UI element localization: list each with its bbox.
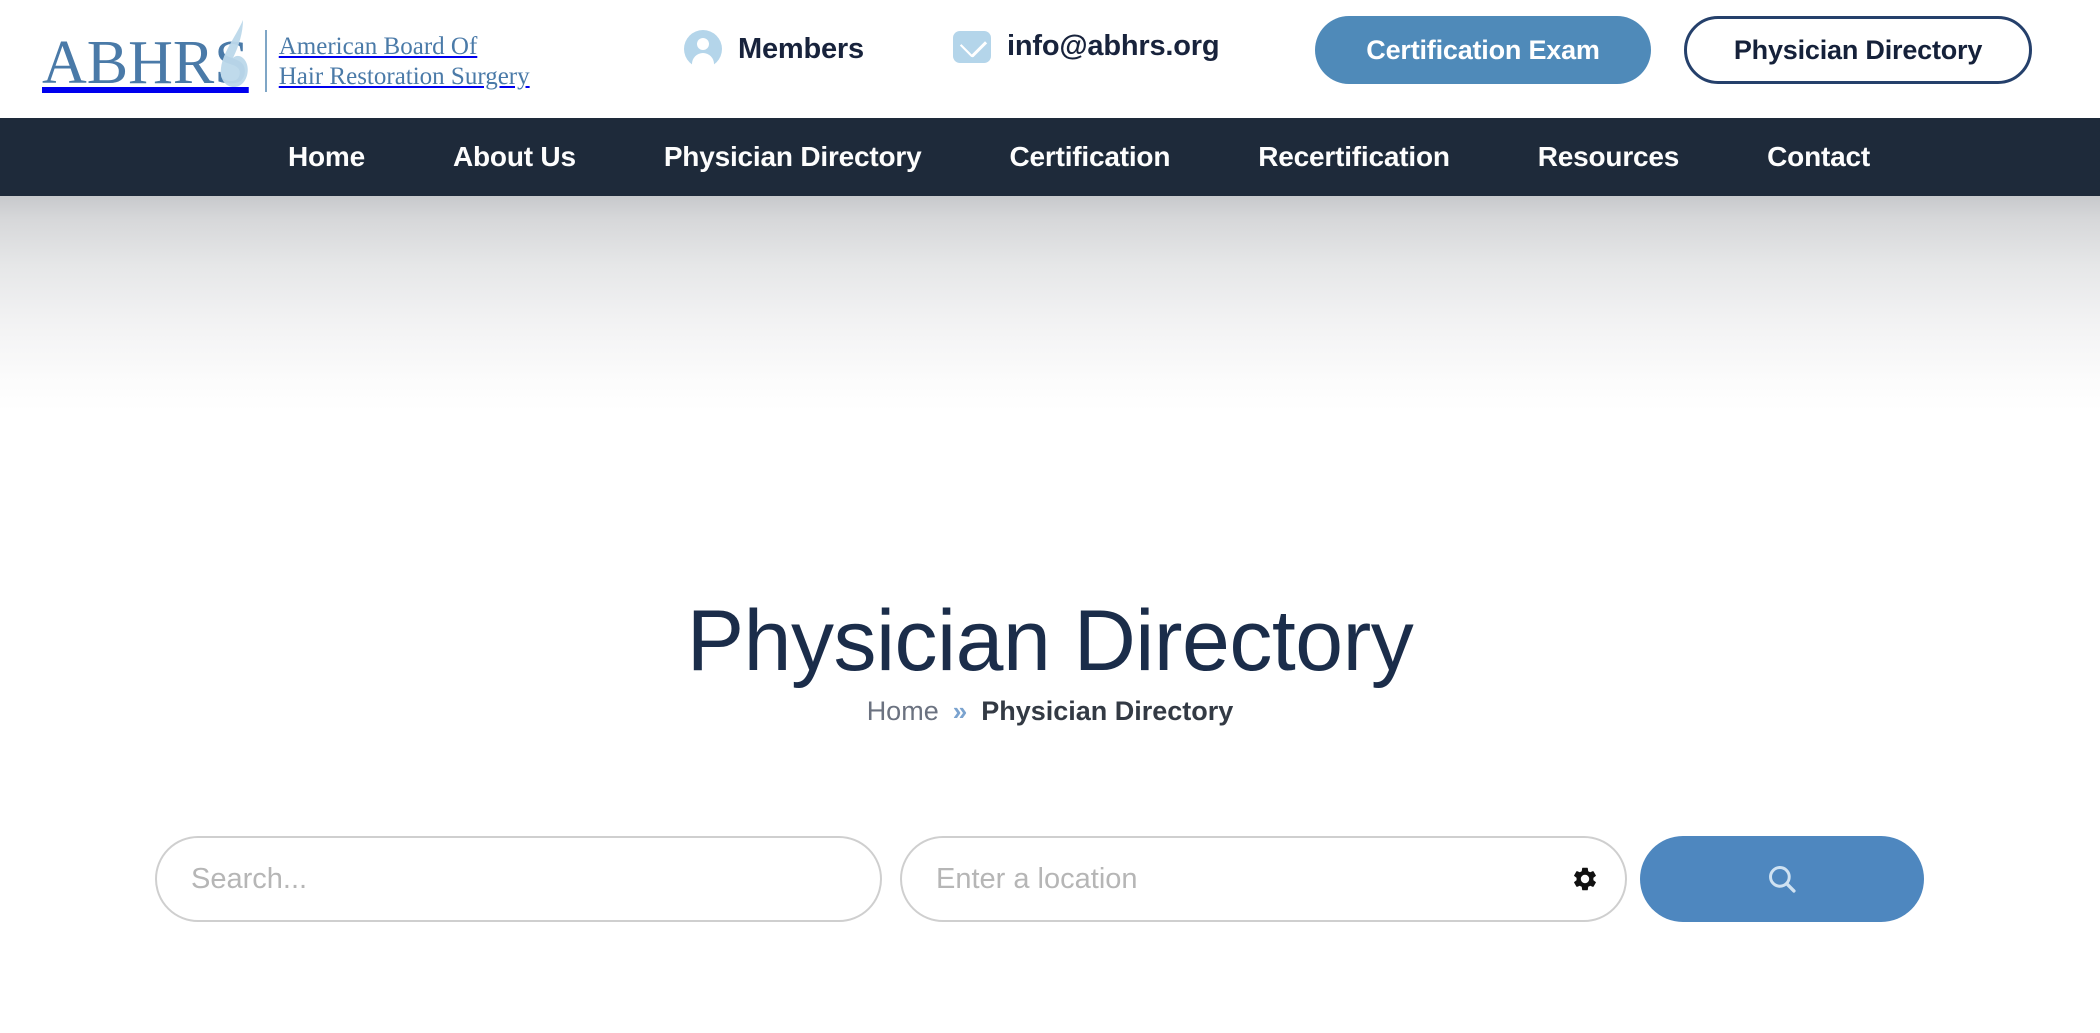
breadcrumb-current: Physician Directory bbox=[981, 696, 1234, 726]
physician-directory-button-label: Physician Directory bbox=[1733, 34, 1983, 65]
hero-section: Physician Directory Home » Physician Dir… bbox=[0, 196, 2100, 1033]
nav-item-contact[interactable]: Contact bbox=[1767, 141, 1870, 173]
search-input[interactable] bbox=[191, 862, 846, 896]
members-link[interactable]: Members bbox=[684, 30, 864, 68]
breadcrumb: Home » Physician Directory bbox=[0, 696, 2100, 727]
email-link[interactable]: info@abhrs.org bbox=[953, 30, 1220, 63]
certification-exam-button-label: Certification Exam bbox=[1366, 34, 1600, 65]
email-link-label: info@abhrs.org bbox=[1007, 30, 1220, 62]
nav-item-physician-directory[interactable]: Physician Directory bbox=[664, 141, 922, 173]
page-title: Physician Directory bbox=[686, 593, 1414, 689]
main-navigation: Home About Us Physician Directory Certif… bbox=[0, 118, 2100, 196]
envelope-icon bbox=[953, 30, 991, 63]
nav-item-recertification[interactable]: Recertification bbox=[1258, 141, 1450, 173]
nav-item-resources[interactable]: Resources bbox=[1538, 141, 1680, 173]
page-root: ABHRS American Board Of Hair Restoration… bbox=[0, 0, 2100, 1033]
keyword-search-field[interactable] bbox=[155, 836, 882, 922]
site-logo[interactable]: ABHRS American Board Of Hair Restoration… bbox=[42, 16, 530, 94]
logo-tagline-line2: Hair Restoration Surgery bbox=[278, 63, 530, 90]
logo-wordmark: ABHRS bbox=[42, 20, 249, 97]
breadcrumb-separator: » bbox=[952, 696, 968, 726]
members-link-label: Members bbox=[738, 32, 864, 65]
site-header: ABHRS American Board Of Hair Restoration… bbox=[0, 0, 2100, 118]
user-circle-icon bbox=[684, 30, 722, 68]
nav-item-home[interactable]: Home bbox=[288, 141, 365, 173]
search-icon bbox=[1769, 866, 1796, 893]
breadcrumb-home-link[interactable]: Home bbox=[867, 696, 939, 727]
logo-tagline: American Board Of Hair Restoration Surge… bbox=[279, 32, 530, 94]
gear-icon[interactable] bbox=[1571, 865, 1599, 893]
location-input[interactable] bbox=[936, 862, 1561, 896]
logo-tagline-line1: American Board Of bbox=[278, 33, 478, 60]
nav-item-certification[interactable]: Certification bbox=[1009, 141, 1170, 173]
directory-search-form bbox=[0, 836, 2100, 926]
certification-exam-button[interactable]: Certification Exam bbox=[1315, 16, 1651, 84]
physician-directory-button[interactable]: Physician Directory bbox=[1684, 16, 2032, 84]
logo-wordmark-text: ABHRS bbox=[42, 29, 249, 97]
logo-divider bbox=[264, 30, 267, 92]
nav-item-about-us[interactable]: About Us bbox=[453, 141, 576, 173]
search-submit-button[interactable] bbox=[1640, 836, 1924, 922]
location-search-field[interactable] bbox=[900, 836, 1627, 922]
